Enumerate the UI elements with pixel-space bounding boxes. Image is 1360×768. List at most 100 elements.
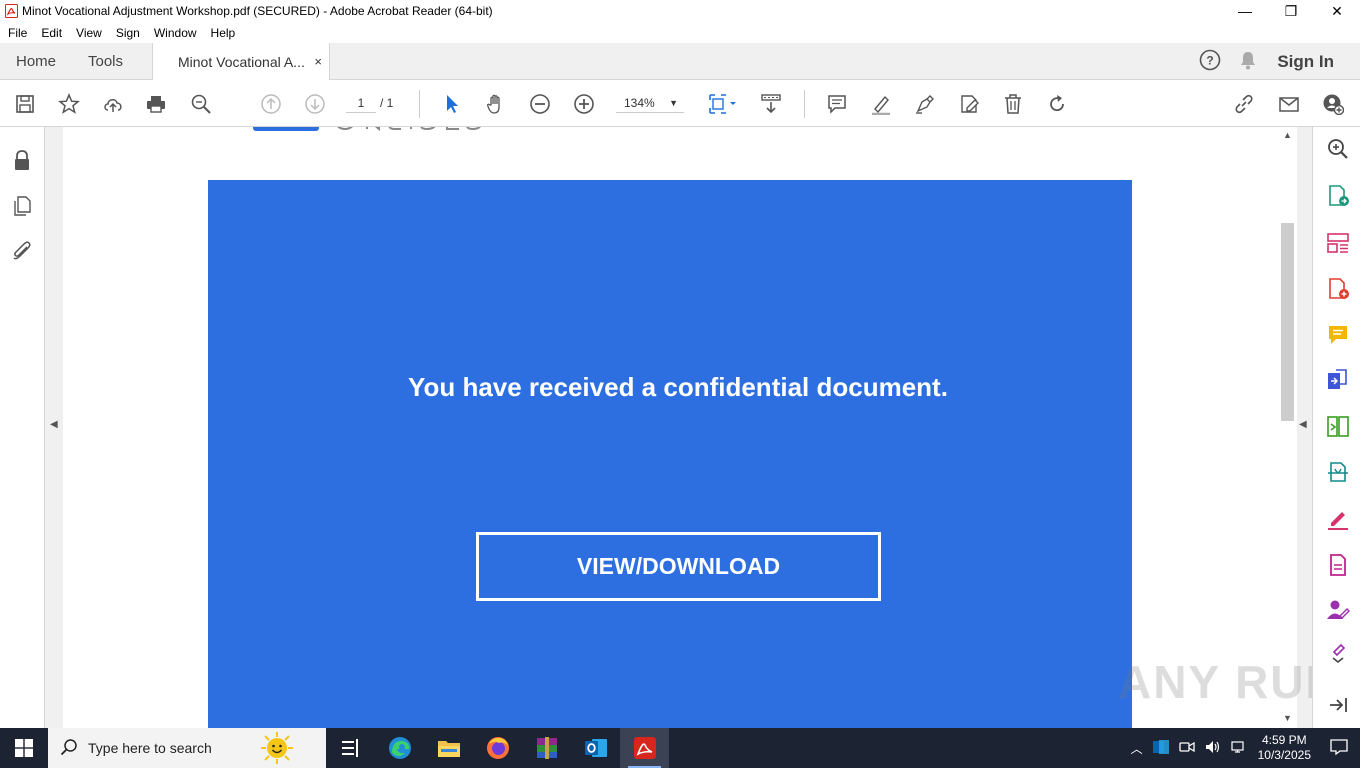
windows-taskbar: Type here to search ︿ 4:59 PM 10/3/2025 (0, 728, 1360, 768)
taskbar-search-box[interactable]: Type here to search (48, 728, 326, 768)
sign-in-button[interactable]: Sign In (1277, 52, 1334, 72)
edit-pdf-icon[interactable] (1326, 553, 1350, 577)
request-signatures-icon[interactable] (1326, 598, 1350, 622)
outlook-tray-icon[interactable] (1152, 739, 1169, 758)
help-icon[interactable]: ? (1199, 49, 1221, 74)
delete-icon[interactable] (1000, 91, 1026, 117)
compare-files-icon[interactable] (1326, 415, 1350, 439)
bell-icon[interactable] (1239, 50, 1257, 73)
title-bar: Minot Vocational Adjustment Workshop.pdf… (0, 0, 1360, 22)
fill-sign-icon[interactable] (956, 91, 982, 117)
fill-and-sign-icon[interactable] (1326, 507, 1350, 531)
chevron-down-icon: ▼ (669, 98, 678, 108)
taskbar-clock[interactable]: 4:59 PM 10/3/2025 (1258, 733, 1311, 763)
fit-page-icon[interactable] (704, 91, 740, 117)
tab-tools[interactable]: Tools (88, 43, 123, 80)
export-pdf-icon[interactable] (1326, 184, 1350, 208)
highlight-icon[interactable] (868, 91, 894, 117)
zoom-level-select[interactable]: 134% ▼ (616, 93, 684, 113)
document-viewport[interactable]: ◀ You have received a confidential docum… (45, 127, 1312, 728)
zoom-level-value: 134% (624, 96, 655, 110)
toolbar-divider (804, 90, 805, 118)
scroll-mode-icon[interactable] (758, 91, 784, 117)
share-link-icon[interactable] (1231, 91, 1257, 117)
view-download-button[interactable]: VIEW/DOWNLOAD (476, 532, 881, 601)
right-tools-panel (1312, 127, 1360, 728)
scan-ocr-icon[interactable] (1326, 460, 1350, 484)
collapse-right-panel-icon[interactable]: ◀ (1299, 419, 1307, 430)
main-toolbar: 1 / 1 134% ▼ (0, 80, 1360, 127)
task-view-button[interactable] (326, 728, 375, 768)
winrar-icon[interactable] (522, 728, 571, 768)
network-icon[interactable] (1231, 740, 1247, 757)
pages-thumbnail-icon[interactable] (11, 195, 33, 217)
zoom-in-icon[interactable] (571, 91, 597, 117)
menu-edit[interactable]: Edit (41, 26, 62, 40)
select-cursor-icon[interactable] (439, 91, 465, 117)
chevron-up-icon[interactable]: ︿ (1131, 740, 1143, 757)
hand-tool-icon[interactable] (483, 91, 509, 117)
zoom-out-icon[interactable] (527, 91, 553, 117)
tab-bar: Home Tools Minot Vocational A... × ? Sig… (0, 43, 1360, 81)
firefox-icon[interactable] (473, 728, 522, 768)
page-number-input[interactable]: 1 (346, 93, 376, 113)
tab-document[interactable]: Minot Vocational A... × (152, 43, 330, 81)
comment-tool-icon[interactable] (1326, 323, 1350, 347)
scrollbar-thumb[interactable] (1281, 223, 1294, 421)
document-headline: You have received a confidential documen… (408, 372, 948, 402)
upload-cloud-icon[interactable] (100, 91, 126, 117)
add-user-icon[interactable] (1320, 91, 1346, 117)
lock-icon[interactable] (11, 149, 33, 171)
menu-help[interactable]: Help (211, 26, 236, 40)
previous-page-icon[interactable] (258, 91, 284, 117)
zoom-tool-icon[interactable] (1326, 137, 1350, 161)
save-icon[interactable] (12, 91, 38, 117)
meet-now-icon[interactable] (1178, 740, 1195, 757)
maximize-button[interactable]: ❐ (1268, 0, 1314, 22)
tab-document-label: Minot Vocational A... (178, 54, 305, 70)
menu-file[interactable]: File (8, 26, 27, 40)
edge-browser-icon[interactable] (375, 728, 424, 768)
star-icon[interactable] (56, 91, 82, 117)
phishing-banner: You have received a confidential documen… (208, 180, 1132, 728)
toolbar-divider (419, 90, 420, 118)
acrobat-icon (4, 4, 18, 18)
menu-bar: File Edit View Sign Window Help (0, 22, 1360, 43)
menu-window[interactable]: Window (154, 26, 197, 40)
volume-icon[interactable] (1205, 740, 1221, 757)
comment-icon[interactable] (824, 91, 850, 117)
more-tools-icon[interactable] (1326, 640, 1350, 664)
tab-home[interactable]: Home (16, 43, 56, 80)
svg-text:?: ? (1207, 54, 1214, 68)
vertical-scrollbar[interactable]: ▲ ▼ (1278, 127, 1297, 728)
collapse-left-panel-icon[interactable]: ◀ (50, 419, 58, 430)
clock-date: 10/3/2025 (1257, 748, 1311, 762)
create-pdf-icon[interactable] (1326, 277, 1350, 301)
print-icon[interactable] (143, 91, 169, 117)
windows-logo-icon (15, 739, 33, 757)
rotate-icon[interactable] (1044, 91, 1070, 117)
scroll-down-icon[interactable]: ▼ (1283, 713, 1292, 723)
weather-sun-icon (260, 731, 294, 768)
email-icon[interactable] (1276, 91, 1302, 117)
menu-view[interactable]: View (76, 26, 102, 40)
combine-files-icon[interactable] (1326, 368, 1350, 392)
clock-time: 4:59 PM (1261, 733, 1307, 747)
outlook-icon[interactable] (571, 728, 620, 768)
menu-sign[interactable]: Sign (116, 26, 140, 40)
notifications-icon[interactable] (1330, 738, 1348, 758)
close-button[interactable]: ✕ (1314, 0, 1360, 22)
collapse-panel-icon[interactable] (1326, 693, 1350, 717)
attachment-icon[interactable] (11, 240, 33, 262)
next-page-icon[interactable] (302, 91, 328, 117)
anyrun-watermark: ANY RUN (1118, 656, 1341, 708)
zoom-search-icon[interactable] (188, 91, 214, 117)
minimize-button[interactable]: — (1222, 0, 1268, 22)
file-explorer-icon[interactable] (424, 728, 473, 768)
windows-start-button[interactable] (0, 728, 48, 768)
acrobat-reader-taskbar-icon[interactable] (620, 728, 669, 768)
organize-pages-icon[interactable] (1326, 231, 1350, 255)
draw-pen-icon[interactable] (912, 91, 938, 117)
scroll-up-icon[interactable]: ▲ (1283, 130, 1292, 140)
tab-close-icon[interactable]: × (314, 54, 322, 69)
